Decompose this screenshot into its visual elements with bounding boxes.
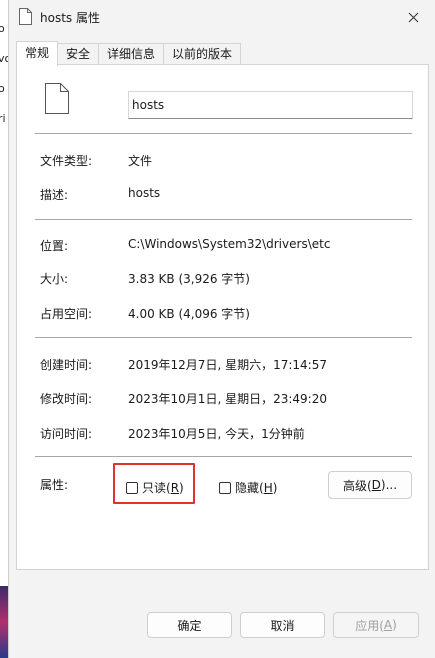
advanced-label: 高级(	[342, 478, 372, 493]
created-value: 2019年12月7日, 星期六，17:14:57	[128, 358, 327, 372]
size-on-disk-label: 占用空间:	[40, 307, 93, 321]
separator	[35, 456, 412, 457]
attributes-label: 属性:	[40, 478, 69, 492]
advanced-button[interactable]: 高级(D)...	[328, 471, 412, 499]
size-on-disk-value: 4.00 KB (4,096 字节)	[128, 307, 250, 321]
hidden-accelerator: H	[263, 480, 273, 495]
cancel-label: 取消	[270, 618, 295, 633]
checkbox-box[interactable]	[219, 481, 231, 494]
background-text: ri	[0, 112, 6, 125]
background-text: o	[0, 82, 5, 95]
modified-label: 修改时间:	[40, 392, 93, 406]
readonly-accelerator: R	[170, 480, 180, 495]
properties-dialog: hosts 属性 常规 安全 详细信息 以前的版本 文件类型: 文件 描述: h…	[8, 0, 435, 658]
file-type-value: 文件	[128, 154, 153, 168]
readonly-checkbox[interactable]: 只读(R)	[126, 479, 184, 496]
cancel-button[interactable]: 取消	[240, 612, 325, 638]
size-label: 大小:	[40, 272, 69, 286]
readonly-label: 只读(	[142, 481, 171, 495]
tab-security[interactable]: 安全	[57, 43, 100, 65]
apply-accelerator: A	[383, 618, 393, 632]
apply-label-suffix: )	[392, 618, 397, 632]
background-window-strip: o vo o ri	[0, 0, 11, 658]
window-title: hosts 属性	[40, 11, 100, 25]
separator	[35, 133, 412, 134]
hidden-label: 隐藏(	[235, 481, 264, 495]
close-button[interactable]	[402, 6, 424, 28]
modified-value: 2023年10月1日, 星期日，23:49:20	[128, 392, 327, 406]
tab-previous-versions[interactable]: 以前的版本	[163, 43, 242, 65]
close-icon	[408, 12, 418, 22]
size-value: 3.83 KB (3,926 字节)	[128, 272, 250, 286]
apply-button[interactable]: 应用(A)	[333, 612, 419, 638]
location-value: C:\Windows\System32\drivers\etc	[128, 237, 331, 251]
hidden-label-suffix: )	[272, 480, 278, 495]
separator	[35, 337, 412, 338]
advanced-accelerator: D	[371, 478, 381, 492]
document-icon	[19, 8, 32, 25]
ok-label: 确定	[177, 618, 202, 633]
tab-general[interactable]: 常规	[16, 41, 59, 66]
accessed-label: 访问时间:	[40, 427, 93, 441]
file-type-label: 文件类型:	[40, 154, 93, 168]
tab-bar: 常规 安全 详细信息 以前的版本	[16, 41, 242, 66]
created-label: 创建时间:	[40, 358, 93, 372]
readonly-label-suffix: )	[179, 480, 184, 495]
ok-button[interactable]: 确定	[147, 612, 232, 638]
hidden-checkbox[interactable]: 隐藏(H)	[219, 479, 277, 496]
checkbox-box[interactable]	[126, 481, 138, 494]
background-text: o	[0, 22, 5, 35]
description-value: hosts	[128, 186, 161, 200]
separator	[35, 219, 412, 220]
file-name-input[interactable]	[128, 91, 413, 119]
file-icon	[45, 83, 69, 114]
title-bar[interactable]: hosts 属性	[9, 0, 435, 34]
general-panel: 文件类型: 文件 描述: hosts 位置: C:\Windows\System…	[16, 64, 429, 570]
advanced-label-suffix: )...	[380, 478, 398, 492]
apply-label: 应用(	[355, 618, 384, 633]
accessed-value: 2023年10月5日, 今天，1分钟前	[128, 427, 305, 441]
location-label: 位置:	[40, 239, 69, 253]
tab-details[interactable]: 详细信息	[98, 43, 165, 65]
description-label: 描述:	[40, 188, 69, 202]
